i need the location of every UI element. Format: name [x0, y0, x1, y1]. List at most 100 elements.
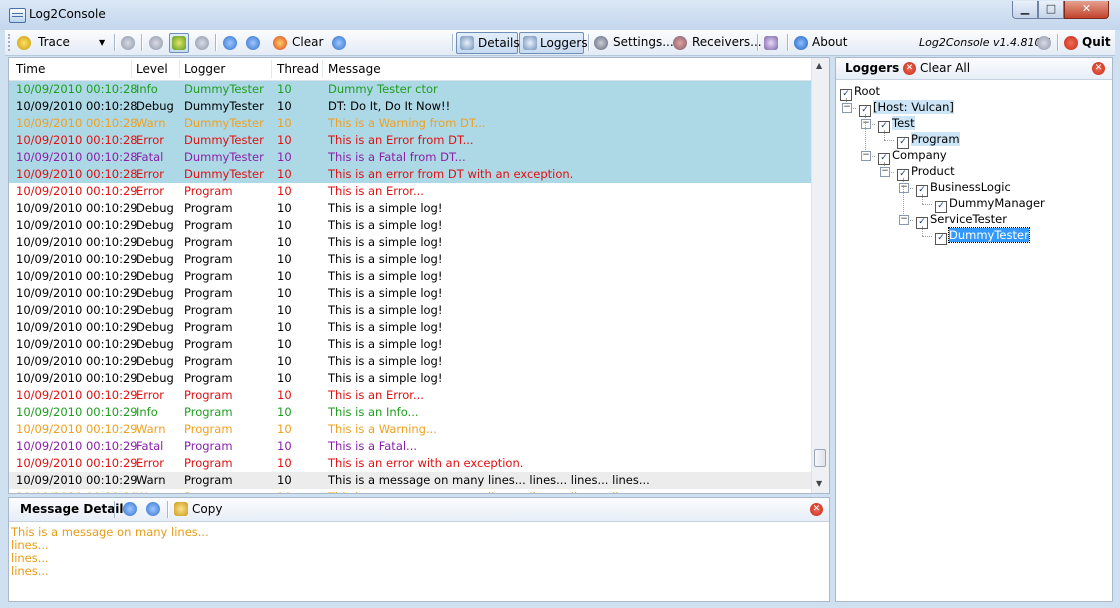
- log-cell-time: 10/09/2010 00:10:29: [16, 354, 138, 368]
- column-header-message[interactable]: Message: [328, 62, 381, 76]
- log-row[interactable]: 10/09/2010 00:10:29 Error Program 10 This is…: [9, 183, 813, 200]
- log-row[interactable]: 10/09/2010 00:10:29 Info Program 10 This is …: [9, 404, 813, 421]
- log-row[interactable]: 10/09/2010 00:10:29 Error Program 10 This is…: [9, 387, 813, 404]
- logger-tree-label: ServiceTester: [930, 212, 1007, 226]
- logger-tree-node[interactable]: ✓ [Host: Vulcan]: [859, 100, 954, 117]
- themes-icon[interactable]: [764, 36, 778, 50]
- logger-tree-node[interactable]: ✓ DummyManager: [935, 196, 1045, 213]
- scroll-up-icon[interactable]: ▲: [816, 61, 822, 70]
- copy-icon[interactable]: [174, 502, 188, 516]
- minimize-button[interactable]: ▁: [1012, 1, 1038, 19]
- log-row[interactable]: 10/09/2010 00:10:29Warn Program 10 This is …: [9, 489, 813, 493]
- log-row[interactable]: 10/09/2010 00:10:29 Debug Program 10 This is…: [9, 251, 813, 268]
- tree-expander-icon[interactable]: −: [899, 215, 909, 225]
- tree-connector: [922, 236, 932, 237]
- toolbar-grip[interactable]: [8, 34, 12, 51]
- log-row[interactable]: 10/09/2010 00:10:29 Debug Program 10 This is…: [9, 370, 813, 387]
- log-grid[interactable]: Time Level Logger Thread Message 10/09/2…: [8, 57, 830, 494]
- maximize-button[interactable]: □: [1038, 1, 1064, 19]
- zoom-in-icon[interactable]: [123, 502, 137, 516]
- zoom-in-icon[interactable]: [223, 36, 237, 50]
- column-header-time[interactable]: Time: [16, 62, 45, 76]
- logger-tree-node[interactable]: ✓ BusinessLogic: [916, 180, 1011, 197]
- logger-tree-node[interactable]: ✓ DummyTester: [935, 227, 1030, 245]
- column-header-level[interactable]: Level: [136, 62, 168, 76]
- tree-expander-icon[interactable]: −: [861, 151, 871, 161]
- tree-expander-icon[interactable]: −: [861, 119, 871, 129]
- next-icon[interactable]: [195, 36, 209, 50]
- log-row[interactable]: 10/09/2010 00:10:29 Debug Program 10 This is…: [9, 319, 813, 336]
- zoom-out-icon[interactable]: [146, 502, 160, 516]
- clear-all-button[interactable]: Clear All: [920, 61, 970, 75]
- column-header-thread[interactable]: Thread: [277, 62, 319, 76]
- log-row[interactable]: 10/09/2010 00:10:28 Warn DummyTester 10 This…: [9, 115, 813, 132]
- logger-tree-node[interactable]: ✓ Product: [897, 164, 955, 181]
- checkbox-icon[interactable]: ✓: [935, 233, 947, 245]
- tree-expander-icon[interactable]: −: [880, 167, 890, 177]
- auto-scroll-button[interactable]: [169, 33, 189, 53]
- log-cell-logger: Program: [184, 371, 233, 385]
- logger-tree-node[interactable]: ✓ Program: [897, 132, 960, 149]
- log-row[interactable]: 10/09/2010 00:10:28 Info DummyTester 10 Dumm…: [9, 81, 813, 98]
- log-cell-thread: 10: [277, 371, 292, 385]
- loggers-button[interactable]: Loggers: [519, 32, 588, 54]
- clear-all-icon[interactable]: ✕: [903, 62, 916, 75]
- copy-button[interactable]: Copy: [192, 502, 222, 516]
- toolbar-separator: [114, 34, 115, 51]
- log-row[interactable]: 10/09/2010 00:10:29 Debug Program 10 This is…: [9, 268, 813, 285]
- level-dropdown[interactable]: Trace ▼: [17, 33, 107, 53]
- details-line: lines...: [11, 564, 49, 578]
- log-row[interactable]: 10/09/2010 00:10:28 Debug DummyTester 10 DT:…: [9, 98, 813, 115]
- column-divider[interactable]: [131, 60, 132, 78]
- log-row[interactable]: 10/09/2010 00:10:29 Debug Program 10 This is…: [9, 353, 813, 370]
- log-cell-logger: DummyTester: [184, 99, 264, 113]
- column-divider[interactable]: [322, 60, 323, 78]
- log-cell-logger: Program: [184, 235, 233, 249]
- close-loggers-icon[interactable]: ✕: [1092, 62, 1105, 75]
- gear-icon[interactable]: [1037, 36, 1051, 50]
- logger-tree[interactable]: ✓ Root − ✓ [Host: Vulcan] − ✓ Test ✓ Program − ✓ Com…: [836, 81, 1112, 601]
- previous-icon[interactable]: [149, 36, 163, 50]
- logger-tree-node[interactable]: ✓ Company: [878, 148, 947, 165]
- scrollbar-thumb[interactable]: [814, 449, 826, 467]
- close-window-button[interactable]: ✕: [1064, 1, 1109, 19]
- log-row[interactable]: 10/09/2010 00:10:29 Debug Program 10 This is…: [9, 234, 813, 251]
- logger-tree-node[interactable]: ✓ ServiceTester: [916, 212, 1007, 229]
- log-row[interactable]: 10/09/2010 00:10:29 Debug Program 10 This is…: [9, 200, 813, 217]
- log-cell-message: This is an error from DT with an excepti…: [328, 167, 574, 181]
- tree-connector: [922, 204, 932, 205]
- close-details-icon[interactable]: ✕: [810, 503, 823, 516]
- logger-tree-node[interactable]: ✓ Root: [840, 84, 880, 101]
- log-row[interactable]: 10/09/2010 00:10:28 Error DummyTester 10 Thi…: [9, 132, 813, 149]
- log-row[interactable]: 10/09/2010 00:10:29 Fatal Program 10 This is…: [9, 438, 813, 455]
- log-row[interactable]: 10/09/2010 00:10:29 Debug Program 10 This is…: [9, 285, 813, 302]
- column-divider[interactable]: [271, 60, 272, 78]
- details-button[interactable]: Details: [456, 32, 520, 54]
- tree-expander-icon[interactable]: −: [842, 103, 852, 113]
- toolbar-separator: [114, 501, 115, 518]
- log-row[interactable]: 10/09/2010 00:10:29Warn Program 10 This is …: [9, 421, 813, 438]
- zoom-out-icon[interactable]: [246, 36, 260, 50]
- scroll-down-icon[interactable]: ▼: [816, 479, 822, 488]
- column-header-logger[interactable]: Logger: [184, 62, 225, 76]
- log-row[interactable]: 10/09/2010 00:10:29Warn Program 10 This is …: [9, 472, 813, 489]
- log-cell-level: Debug: [136, 303, 174, 317]
- log-scrollbar[interactable]: ▲ ▼: [811, 58, 829, 493]
- loggers-label: Loggers: [540, 36, 588, 50]
- log-cell-message: This is an Error...: [328, 184, 424, 198]
- log-cell-thread: 10: [277, 252, 292, 266]
- log-row[interactable]: 10/09/2010 00:10:29 Debug Program 10 This is…: [9, 336, 813, 353]
- log-row[interactable]: 10/09/2010 00:10:29 Error Program 10 This is…: [9, 455, 813, 472]
- log-row[interactable]: 10/09/2010 00:10:29 Debug Program 10 This is…: [9, 217, 813, 234]
- search-icon[interactable]: [332, 36, 346, 50]
- log-cell-thread: 10: [277, 337, 292, 351]
- log-cell-message: This is a Warning...: [328, 422, 437, 436]
- log-row[interactable]: 10/09/2010 00:10:29 Debug Program 10 This is…: [9, 302, 813, 319]
- log-row[interactable]: 10/09/2010 00:10:28 Error DummyTester 10 Thi…: [9, 166, 813, 183]
- pause-icon[interactable]: [121, 36, 135, 50]
- logger-tree-node[interactable]: ✓ Test: [878, 116, 915, 133]
- tree-expander-icon[interactable]: −: [899, 183, 909, 193]
- column-divider[interactable]: [179, 60, 180, 78]
- log-row[interactable]: 10/09/2010 00:10:28 Fatal DummyTester 10 Thi…: [9, 149, 813, 166]
- message-details-text[interactable]: This is a message on many lines... lines…: [11, 526, 209, 578]
